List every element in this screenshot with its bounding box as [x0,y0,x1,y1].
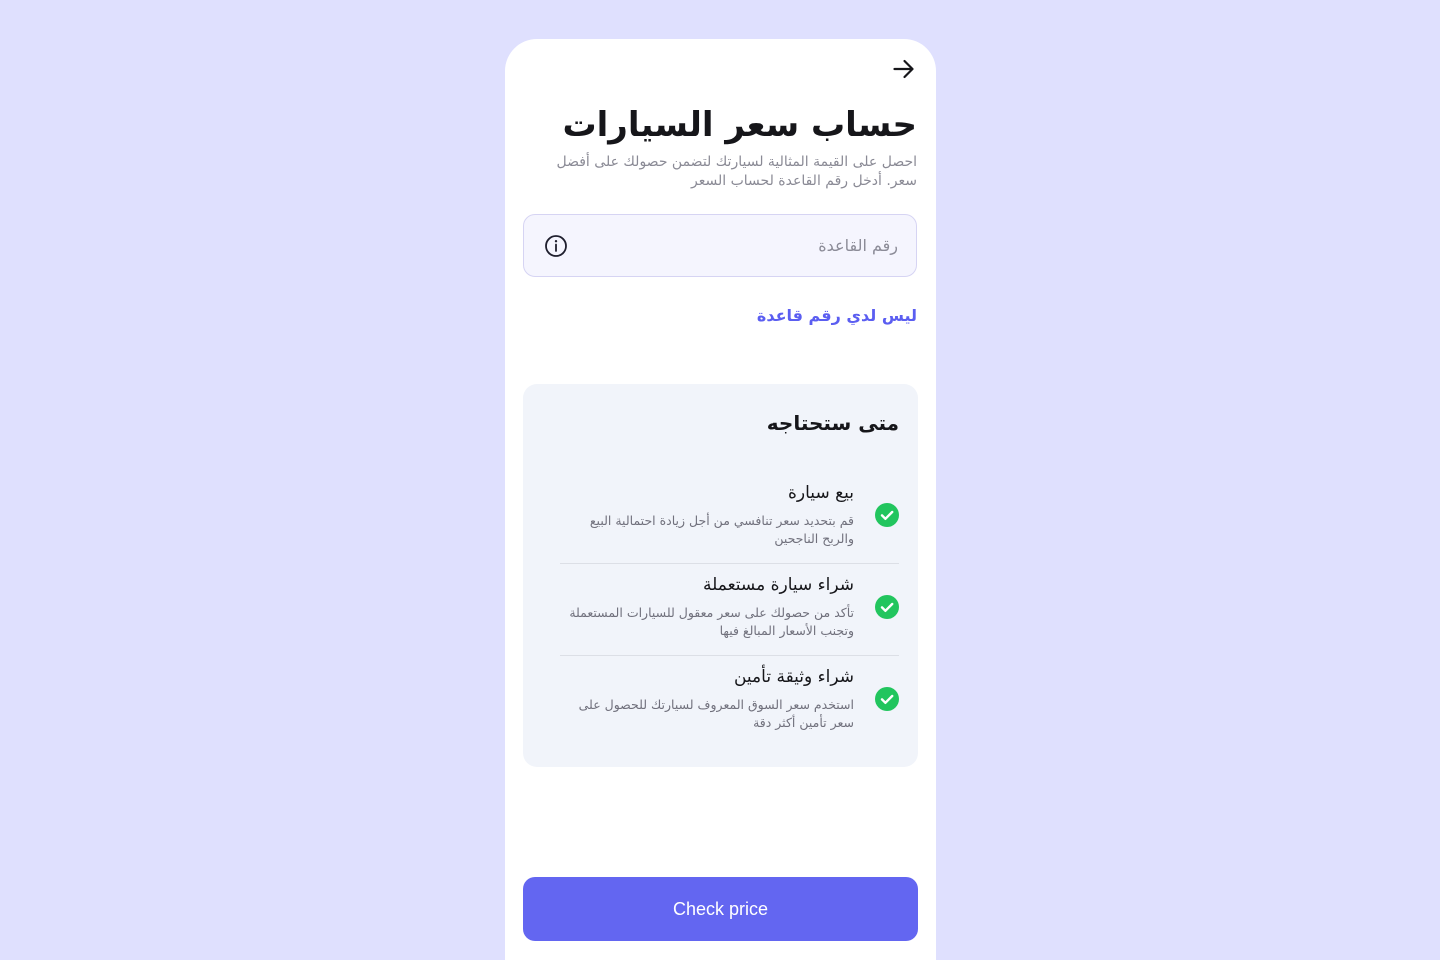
list-item: شراء وثيقة تأمين استخدم سعر السوق المعروف… [560,656,899,748]
use-cases-card: متى ستحتاجه بيع سيارة قم بتحديد سعر تنافس… [523,384,918,767]
list-item-title: بيع سيارة [788,483,854,503]
list-item-description: استخدم سعر السوق المعروف لسيارتك للحصول … [578,697,854,730]
page-subtitle: احصل على القيمة المثالية لسيارتك لتضمن ح… [556,154,918,189]
no-chassis-number-link[interactable]: ليس لدي رقم قاعدة [757,306,917,325]
list-item-title: شراء وثيقة تأمين [733,667,854,687]
use-cases-list: بيع سيارة قم بتحديد سعر تنافسي من أجل زيا… [560,472,899,748]
card-title: متى ستحتاجه [766,411,899,435]
list-item-title: شراء سيارة مستعملة [703,575,854,595]
check-price-button[interactable]: Check price [523,877,918,941]
arrow-right-icon [893,59,914,79]
check-circle-icon [875,595,899,619]
info-icon[interactable] [544,234,568,258]
back-button[interactable] [889,56,919,82]
list-item-description: تأكد من حصولك على سعر معقول للسيارات الم… [569,605,854,638]
list-item: بيع سيارة قم بتحديد سعر تنافسي من أجل زيا… [560,472,899,564]
list-item-description: قم بتحديد سعر تنافسي من أجل زيادة احتمال… [589,513,854,546]
mobile-screen: حساب سعر السيارات احصل على القيمة المثال… [505,39,936,960]
list-item: شراء سيارة مستعملة تأكد من حصولك على سعر … [560,564,899,656]
page-title: حساب سعر السيارات [562,105,917,145]
check-circle-icon [875,503,899,527]
check-circle-icon [875,687,899,711]
chassis-number-input[interactable] [580,215,898,276]
chassis-number-field [523,214,917,277]
